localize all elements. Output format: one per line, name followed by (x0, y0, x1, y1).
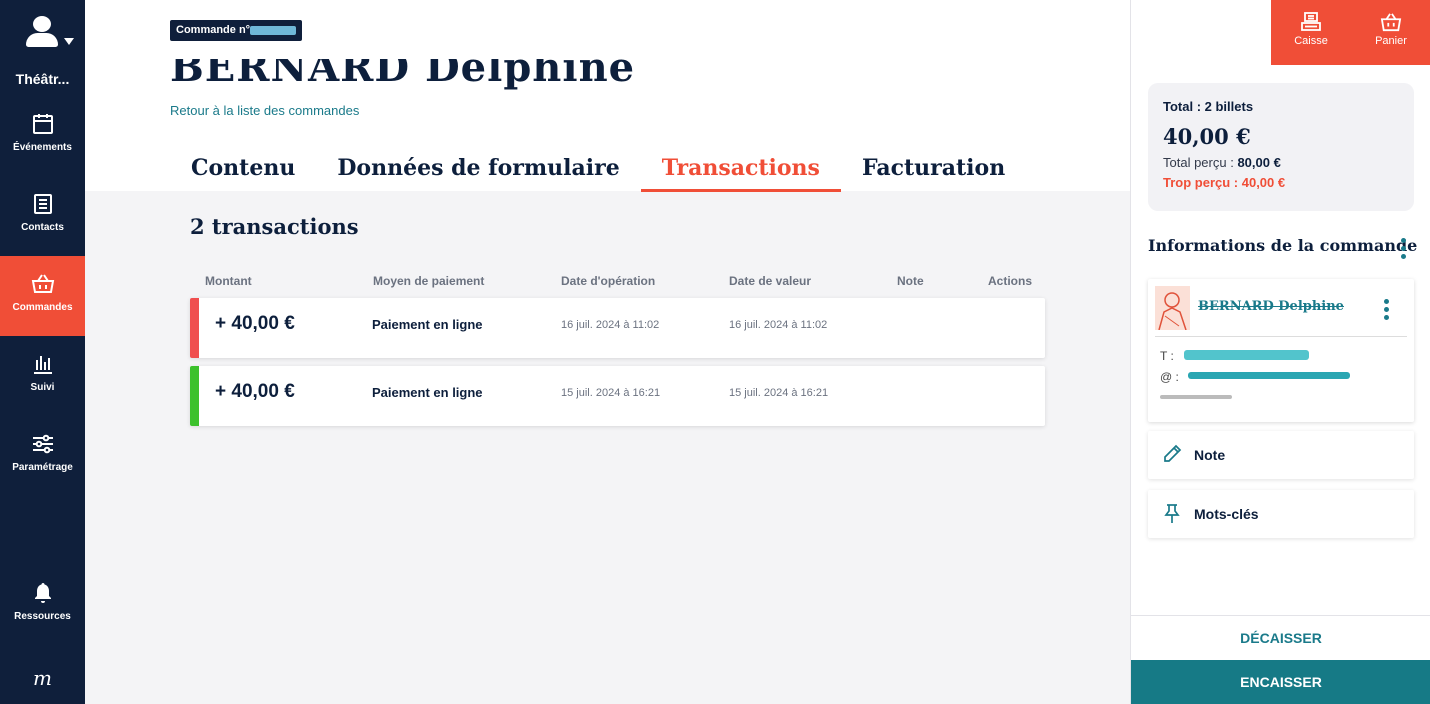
sidebar-item-events[interactable]: Événements (0, 96, 85, 176)
customer-card: BERNARD Delphine T : @ : (1148, 279, 1414, 422)
main-content: BERNARD Delphine Commande n° Retour à la… (85, 0, 1145, 704)
note-label: Note (1194, 447, 1226, 463)
order-summary: Total : 2 billets 40,00 € Total perçu : … (1148, 83, 1414, 211)
total-received: Total perçu : 80,00 € (1163, 155, 1399, 170)
caisse-label: Caisse (1294, 35, 1328, 47)
column-header: Moyen de paiement (373, 274, 485, 288)
order-info-title: Informations de la commande (1148, 236, 1418, 255)
pin-icon (1164, 504, 1180, 523)
column-header: Date d'opération (561, 274, 656, 288)
sidebar-item-label: Commandes (12, 302, 73, 313)
decaisser-button[interactable]: DÉCAISSER (1131, 615, 1430, 660)
phone-redacted (1184, 350, 1309, 360)
panier-label: Panier (1375, 35, 1407, 47)
bell-icon (34, 583, 51, 603)
status-bar (190, 366, 199, 426)
operation-date: 15 juil. 2024 à 16:21 (561, 387, 661, 399)
tab-form-data[interactable]: Données de formulaire (316, 152, 640, 192)
transaction-amount: + 40,00 € (215, 313, 295, 334)
column-header: Note (897, 274, 924, 288)
sidebar-item-tracking[interactable]: Suivi (0, 336, 85, 416)
keywords-label: Mots-clés (1194, 506, 1259, 522)
order-header: BERNARD Delphine Commande n° Retour à la… (85, 0, 1130, 192)
column-header: Date de valeur (729, 274, 812, 288)
transactions-count: 2 transactions (190, 214, 359, 239)
basket-icon (1380, 13, 1402, 32)
column-header: Montant (205, 274, 252, 288)
overpaid-amount: Trop perçu : 40,00 € (1163, 175, 1286, 190)
table-row[interactable]: + 40,00 € Paiement en ligne 15 juil. 202… (190, 366, 1045, 426)
sidebar-item-orders[interactable]: Commandes (0, 256, 85, 336)
user-menu[interactable]: Théâtr... (0, 16, 85, 87)
chevron-down-icon (64, 38, 74, 45)
order-side-panel: Caisse Panier Total : 2 billets 40,00 € … (1130, 0, 1430, 704)
panier-button[interactable]: Panier (1351, 0, 1430, 65)
tab-contenu[interactable]: Contenu (170, 152, 316, 192)
order-number-redacted (250, 25, 297, 35)
value-date: 15 juil. 2024 à 16:21 (729, 387, 829, 399)
operation-date: 16 juil. 2024 à 11:02 (561, 319, 660, 331)
caisse-button[interactable]: Caisse (1271, 0, 1351, 65)
sidebar-item-label: Suivi (30, 382, 55, 393)
divider (1155, 336, 1407, 337)
payment-method: Paiement en ligne (372, 385, 483, 400)
basket-icon (31, 274, 54, 293)
venue-name: Théâtr... (15, 71, 70, 87)
sidebar-item-label: Contacts (21, 222, 64, 233)
email-label: @ : (1160, 370, 1179, 384)
back-to-orders-link[interactable]: Retour à la liste des commandes (170, 103, 359, 118)
more-options-icon[interactable] (1401, 238, 1407, 262)
sidebar: Théâtr... Événements Contacts Commandes … (0, 0, 85, 704)
total-received-label: Total perçu : (1163, 155, 1234, 170)
customer-options-icon[interactable] (1384, 299, 1390, 323)
transactions-header: Montant Moyen de paiement Date d'opérati… (190, 274, 1045, 290)
sliders-icon (32, 434, 53, 454)
total-received-value: 80,00 € (1237, 155, 1281, 170)
total-amount: 40,00 € (1163, 124, 1251, 149)
sidebar-item-settings[interactable]: Paramétrage (0, 416, 85, 496)
phone-label: T : (1160, 349, 1174, 363)
payment-method: Paiement en ligne (372, 317, 483, 332)
sidebar-item-label: Événements (13, 142, 72, 153)
sidebar-item-label: Paramétrage (12, 462, 73, 473)
table-row[interactable]: + 40,00 € Paiement en ligne 16 juil. 202… (190, 298, 1045, 358)
pencil-icon (1164, 444, 1182, 462)
order-number-label: Commande n° (176, 24, 251, 36)
value-date: 16 juil. 2024 à 11:02 (729, 319, 828, 331)
panel-top-actions: Caisse Panier (1271, 0, 1430, 65)
email-redacted (1188, 372, 1350, 379)
address-redacted (1160, 395, 1232, 399)
order-number-badge: Commande n° (170, 20, 303, 41)
customer-avatar (1155, 286, 1190, 330)
cash-register-icon (1301, 12, 1321, 31)
order-tabs: Contenu Données de formulaire Transactio… (170, 152, 1026, 192)
keywords-button[interactable]: Mots-clés (1148, 490, 1414, 538)
bar-chart-icon (33, 356, 52, 374)
calendar-icon (32, 114, 53, 134)
customer-name-link[interactable]: BERNARD Delphine (1198, 299, 1344, 314)
column-header: Actions (988, 274, 1033, 288)
transaction-amount: + 40,00 € (215, 381, 295, 402)
sidebar-item-label: Ressources (14, 611, 71, 622)
note-button[interactable]: Note (1148, 431, 1414, 479)
tab-billing[interactable]: Facturation (841, 152, 1026, 192)
app-logo: m (33, 666, 52, 690)
encaisser-button[interactable]: ENCAISSER (1131, 660, 1430, 704)
user-icon (25, 16, 60, 48)
tab-transactions[interactable]: Transactions (640, 152, 842, 192)
status-bar (190, 298, 199, 358)
contacts-icon (33, 194, 52, 214)
customer-name-heading: BERNARD Delphine (170, 44, 636, 90)
sidebar-item-contacts[interactable]: Contacts (0, 176, 85, 256)
total-tickets: Total : 2 billets (1163, 99, 1254, 114)
sidebar-item-resources[interactable]: Ressources (0, 565, 85, 645)
